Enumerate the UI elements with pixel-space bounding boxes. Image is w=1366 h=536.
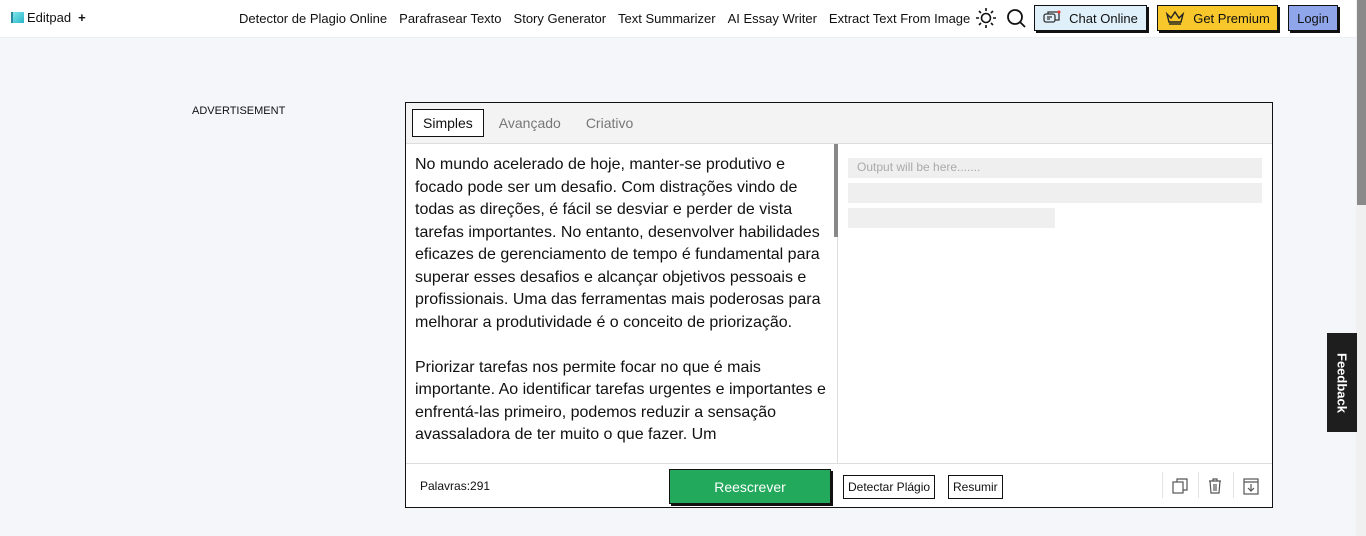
search-icon[interactable]: [1006, 8, 1026, 28]
input-textarea[interactable]: No mundo acelerado de hoje, manter-se pr…: [406, 144, 838, 463]
login-button[interactable]: Login: [1288, 5, 1338, 31]
nav-essay[interactable]: AI Essay Writer: [728, 11, 817, 26]
mode-tabs: Simples Avançado Criativo: [406, 103, 1272, 144]
page-scrollbar-thumb[interactable]: [1357, 0, 1366, 205]
chat-online-button[interactable]: Chat Online: [1034, 5, 1147, 31]
advertisement-label: ADVERTISEMENT: [192, 105, 286, 117]
skeleton-line: [848, 208, 1055, 228]
paragraph: No mundo acelerado de hoje, manter-se pr…: [415, 156, 821, 331]
trash-icon[interactable]: [1205, 476, 1225, 496]
nav-summarizer[interactable]: Text Summarizer: [618, 11, 716, 26]
download-icon[interactable]: [1241, 476, 1261, 496]
theme-toggle-icon[interactable]: [976, 8, 996, 28]
tab-simples[interactable]: Simples: [412, 109, 484, 137]
chat-label: Chat Online: [1069, 10, 1138, 26]
header: Editpad + Detector de Plagio Online Paraf…: [0, 0, 1356, 38]
logo[interactable]: Editpad +: [11, 10, 86, 25]
detect-plagiarism-button[interactable]: Detectar Plágio: [843, 475, 936, 499]
copy-icon[interactable]: [1170, 476, 1190, 496]
nav-parafrasear[interactable]: Parafrasear Texto: [399, 11, 501, 26]
output-panel: Output will be here.......: [839, 144, 1272, 463]
logo-text: Editpad: [27, 10, 72, 25]
divider: [1233, 472, 1234, 498]
premium-label: Get Premium: [1193, 10, 1270, 26]
divider: [1198, 472, 1199, 498]
output-placeholder: Output will be here.......: [848, 158, 1262, 178]
plus-icon[interactable]: +: [78, 10, 86, 25]
feedback-tab[interactable]: Feedback: [1327, 333, 1357, 432]
logo-icon: [11, 12, 24, 23]
rewrite-button[interactable]: Reescrever: [669, 469, 831, 504]
editor-footer: Palavras:291 Reescrever Detectar Plágio …: [406, 463, 1272, 507]
paragraph: Priorizar tarefas nos permite focar no q…: [415, 358, 826, 444]
tab-avancado[interactable]: Avançado: [489, 110, 571, 136]
crown-icon: [1165, 11, 1185, 25]
nav-extract[interactable]: Extract Text From Image: [829, 11, 970, 26]
textarea-scrollbar[interactable]: [834, 144, 838, 237]
editor: Simples Avançado Criativo No mundo acele…: [405, 102, 1273, 508]
nav-plagio[interactable]: Detector de Plagio Online: [239, 11, 387, 26]
nav: Detector de Plagio Online Parafrasear Te…: [239, 11, 970, 26]
word-count: Palavras:291: [420, 479, 491, 493]
divider: [1162, 472, 1163, 498]
skeleton-line: [848, 183, 1262, 203]
nav-story[interactable]: Story Generator: [514, 11, 607, 26]
get-premium-button[interactable]: Get Premium: [1157, 5, 1278, 31]
summarize-button[interactable]: Resumir: [948, 475, 1003, 499]
tab-criativo[interactable]: Criativo: [576, 110, 643, 136]
chat-icon: [1043, 10, 1061, 23]
